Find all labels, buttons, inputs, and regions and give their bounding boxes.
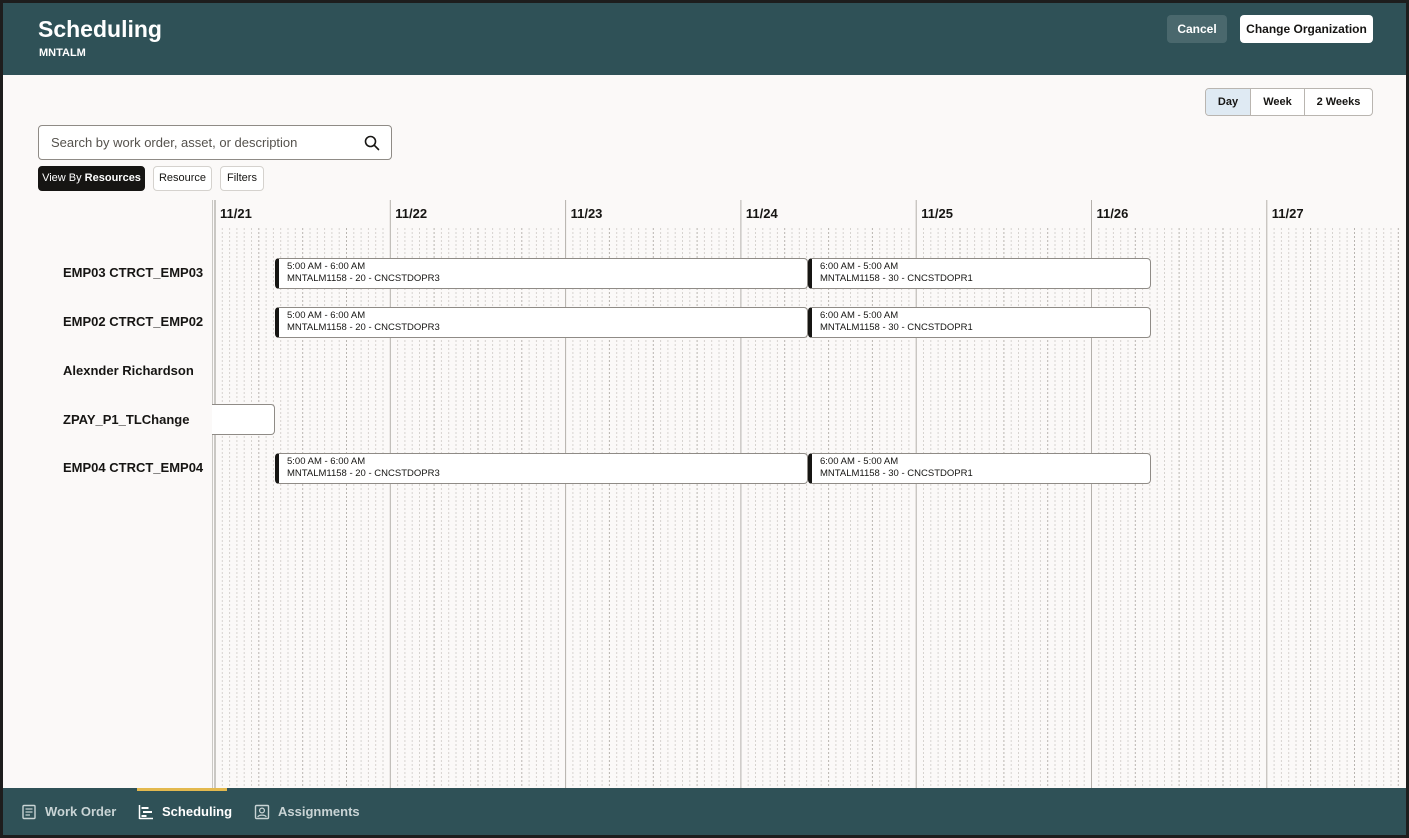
bar-chart-icon <box>138 804 153 819</box>
resource-filter-button[interactable]: Resource <box>153 166 212 191</box>
date-header: 11/23 <box>570 206 603 221</box>
schedule-event[interactable]: 6:00 AM - 5:00 AM MNTALM1158 - 30 - CNCST… <box>808 307 1151 338</box>
event-detail: MNTALM1158 - 30 - CNCSTDOPR1 <box>820 468 973 479</box>
resource-name: ZPAY_P1_TLChange <box>63 412 190 427</box>
event-time: 6:00 AM - 5:00 AM <box>820 261 899 272</box>
date-header: 11/22 <box>395 206 428 221</box>
date-header: 11/21 <box>220 206 252 221</box>
nav-assignments[interactable]: Assignments <box>254 788 360 835</box>
bottom-navigation: Work Order Scheduling Assignments <box>3 788 1406 835</box>
person-badge-icon <box>254 804 270 819</box>
toggle-week[interactable]: Week <box>1251 89 1305 115</box>
page-header: Scheduling MNTALM Cancel Change Organiza… <box>3 3 1406 75</box>
schedule-event[interactable]: 6:00 AM - 5:00 AM MNTALM1158 - 30 - CNCST… <box>808 258 1151 289</box>
nav-scheduling[interactable]: Scheduling <box>138 788 232 835</box>
nav-work-order-label: Work Order <box>45 804 117 819</box>
page-title: Scheduling <box>38 16 162 42</box>
event-detail: MNTALM1158 - 20 - CNCSTDOPR3 <box>287 468 440 479</box>
nav-assignments-label: Assignments <box>278 804 360 819</box>
event-detail: MNTALM1158 - 30 - CNCSTDOPR1 <box>820 273 973 284</box>
organization-code: MNTALM <box>39 47 86 59</box>
event-time: 5:00 AM - 6:00 AM <box>287 310 366 321</box>
app-frame: Scheduling MNTALM Cancel Change Organiza… <box>3 3 1406 835</box>
event-time: 5:00 AM - 6:00 AM <box>287 456 366 467</box>
toggle-2-weeks[interactable]: 2 Weeks <box>1305 89 1372 115</box>
resource-name: EMP02 CTRCT_EMP02 <box>63 314 204 329</box>
date-header: 11/27 <box>1271 206 1304 221</box>
schedule-event[interactable]: 5:00 AM - 6:00 AM MNTALM1158 - 20 - CNCST… <box>275 258 808 289</box>
resource-name: EMP03 CTRCT_EMP03 <box>63 265 204 280</box>
event-time: 5:00 AM - 6:00 AM <box>287 261 366 272</box>
search-input[interactable] <box>51 126 351 159</box>
toggle-day[interactable]: Day <box>1206 89 1251 115</box>
schedule-event-overflow[interactable] <box>212 404 275 435</box>
view-range-toggle: Day Week 2 Weeks <box>1205 88 1373 116</box>
schedule-event[interactable]: 5:00 AM - 6:00 AM MNTALM1158 - 20 - CNCST… <box>275 307 808 338</box>
cancel-button[interactable]: Cancel <box>1167 15 1227 43</box>
resource-name: Alexnder Richardson <box>63 363 194 378</box>
filters-button[interactable]: Filters <box>220 166 264 191</box>
search-field <box>38 125 392 160</box>
document-icon <box>22 804 36 819</box>
event-detail: MNTALM1158 - 20 - CNCSTDOPR3 <box>287 273 440 284</box>
event-detail: MNTALM1158 - 20 - CNCSTDOPR3 <box>287 322 440 333</box>
nav-work-order[interactable]: Work Order <box>21 788 116 835</box>
search-icon[interactable] <box>364 135 380 151</box>
schedule-event[interactable]: 6:00 AM - 5:00 AM MNTALM1158 - 30 - CNCST… <box>808 453 1151 484</box>
nav-scheduling-label: Scheduling <box>162 804 233 819</box>
date-header: 11/25 <box>921 206 954 221</box>
date-header: 11/24 <box>745 206 778 221</box>
resource-name: EMP04 CTRCT_EMP04 <box>63 460 204 475</box>
view-by-value: Resources <box>84 172 141 184</box>
view-by-prefix: View By <box>42 172 82 184</box>
date-header: 11/26 <box>1096 206 1129 221</box>
event-time: 6:00 AM - 5:00 AM <box>820 456 899 467</box>
event-detail: MNTALM1158 - 30 - CNCSTDOPR1 <box>820 322 973 333</box>
view-by-resources-button[interactable]: View By Resources <box>38 166 145 191</box>
event-time: 6:00 AM - 5:00 AM <box>820 310 899 321</box>
change-organization-button[interactable]: Change Organization <box>1240 15 1373 43</box>
schedule-event[interactable]: 5:00 AM - 6:00 AM MNTALM1158 - 20 - CNCST… <box>275 453 808 484</box>
